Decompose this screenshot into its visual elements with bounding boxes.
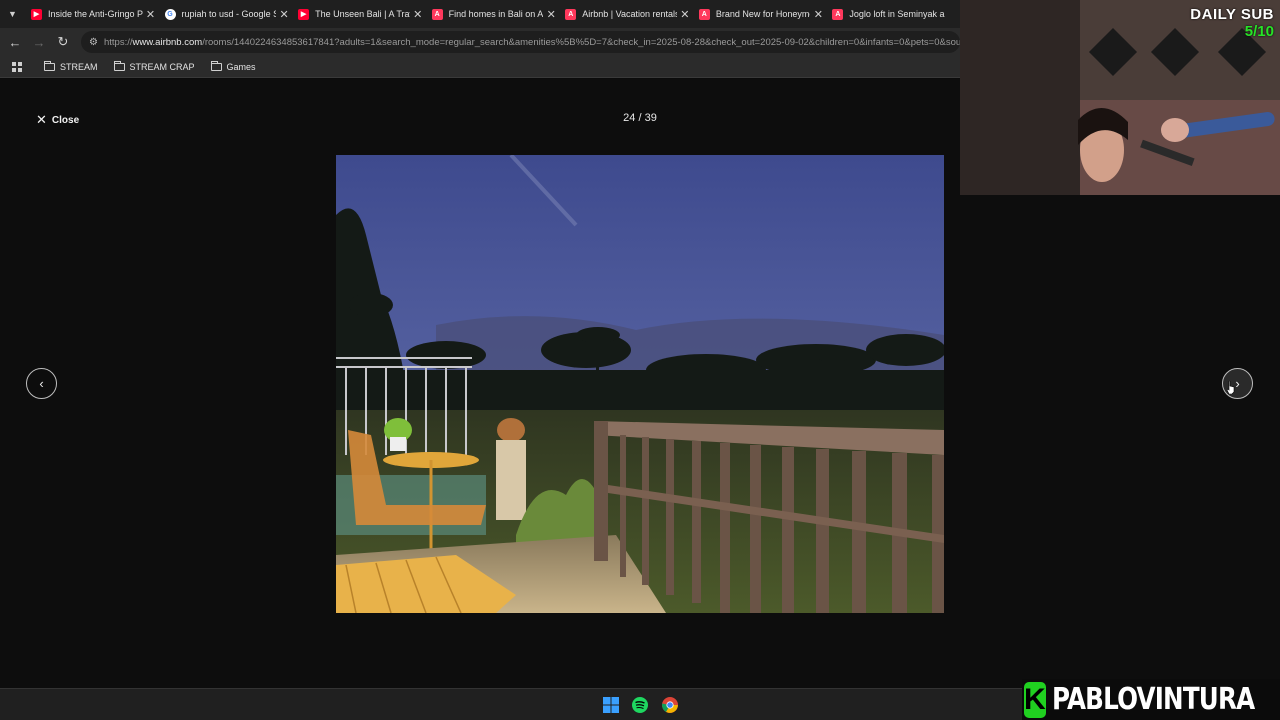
- chevron-left-icon: ‹: [39, 376, 44, 391]
- google-icon: G: [164, 8, 176, 20]
- tab-title: Joglo loft in Seminyak a: [849, 9, 945, 19]
- close-button[interactable]: ✕ Close: [36, 112, 79, 128]
- chrome-icon[interactable]: [661, 696, 679, 714]
- close-icon: ✕: [36, 112, 47, 127]
- bookmark-label: STREAM CRAP: [129, 61, 195, 72]
- listing-photo: [336, 155, 944, 613]
- airbnb-icon: A: [565, 8, 577, 20]
- photo-scene: [336, 155, 944, 613]
- browser-tab[interactable]: G rupiah to usd - Google Se ✕: [159, 0, 293, 28]
- bookmark-folder[interactable]: STREAM CRAP: [113, 60, 195, 72]
- previous-photo-button[interactable]: ‹: [26, 368, 57, 399]
- url-scheme: https://: [103, 36, 133, 48]
- kick-logo-icon: K: [1024, 681, 1046, 718]
- webcam-overlay: DAILY SUB 5/10: [960, 0, 1280, 195]
- chevron-right-icon: ›: [1235, 376, 1240, 391]
- hand-cursor-icon: [1227, 381, 1235, 394]
- browser-tab[interactable]: A Airbnb | Vacation rentals, ✕: [559, 0, 693, 28]
- browser-tab[interactable]: A Find homes in Bali on Airb ✕: [426, 0, 560, 28]
- bookmark-label: Games: [226, 61, 256, 72]
- forward-arrow-icon[interactable]: →: [27, 30, 51, 54]
- bookmarks-bar: STREAM STREAM CRAP Games: [0, 56, 960, 78]
- browser-tab[interactable]: A Brand New for Honeymoo ✕: [693, 0, 827, 28]
- url-text[interactable]: https://www.airbnb.com/rooms/14402246348…: [104, 37, 960, 48]
- tab-search-chevron-icon[interactable]: ▼: [0, 0, 25, 28]
- bookmark-folder[interactable]: Games: [210, 60, 256, 72]
- daily-sub-counter: DAILY SUB 5/10: [1190, 6, 1274, 40]
- streamer-brand: K PABLOVINTURA: [1022, 679, 1280, 720]
- site-settings-icon[interactable]: ⚙: [89, 37, 98, 48]
- airbnb-icon: A: [698, 8, 710, 20]
- bookmark-folder[interactable]: STREAM: [44, 60, 98, 72]
- address-bar[interactable]: ⚙ https://www.airbnb.com/rooms/144022463…: [81, 31, 960, 53]
- url-path: /rooms/1440224634853617841?adults=1&sear…: [202, 36, 960, 48]
- tab-close-icon[interactable]: ✕: [810, 8, 826, 21]
- folder-icon: [113, 60, 125, 71]
- daily-sub-label: DAILY SUB: [1190, 6, 1274, 23]
- back-arrow-icon[interactable]: ←: [3, 30, 27, 54]
- daily-sub-count: 5/10: [1244, 23, 1274, 40]
- youtube-icon: ▶: [30, 8, 42, 20]
- browser-tab[interactable]: ▶ Inside the Anti-Gringo Pr ✕: [25, 0, 159, 28]
- streamer-name: PABLOVINTURA: [1051, 682, 1255, 717]
- folder-icon: [210, 60, 222, 71]
- folder-icon: [44, 60, 55, 71]
- youtube-icon: ▶: [298, 8, 310, 20]
- reload-icon[interactable]: ↻: [51, 30, 75, 54]
- apps-grid-icon[interactable]: [0, 61, 34, 72]
- spotify-icon[interactable]: [631, 696, 649, 714]
- airbnb-icon: A: [832, 8, 844, 20]
- tab-title: Find homes in Bali on Airb: [448, 9, 544, 19]
- photo-counter: 24 / 39: [623, 112, 657, 124]
- url-host: www.airbnb.com: [132, 36, 203, 48]
- tab-title: Inside the Anti-Gringo Pr: [47, 9, 143, 19]
- tab-close-icon[interactable]: ✕: [677, 8, 693, 21]
- close-label: Close: [51, 114, 80, 126]
- tab-title: Brand New for Honeymoo: [715, 9, 811, 19]
- browser-tab[interactable]: ▶ The Unseen Bali | A Travel ✕: [292, 0, 426, 28]
- browser-tab[interactable]: A Joglo loft in Seminyak a: [826, 0, 960, 28]
- browser-toolbar: ← → ↻ ⚙ https://www.airbnb.com/rooms/144…: [0, 28, 960, 56]
- tab-close-icon[interactable]: ✕: [410, 8, 426, 21]
- airbnb-icon: A: [431, 8, 443, 20]
- tab-title: rupiah to usd - Google Se: [181, 9, 277, 19]
- tab-strip: ▼ ▶ Inside the Anti-Gringo Pr ✕ G rupiah…: [0, 0, 960, 28]
- tab-title: The Unseen Bali | A Travel: [315, 9, 410, 19]
- tab-close-icon[interactable]: ✕: [143, 8, 159, 21]
- windows-start-icon[interactable]: [602, 696, 620, 714]
- tab-title: Airbnb | Vacation rentals,: [582, 9, 677, 19]
- tab-close-icon[interactable]: ✕: [276, 8, 292, 21]
- bookmark-label: STREAM: [60, 61, 98, 72]
- tab-close-icon[interactable]: ✕: [543, 8, 559, 21]
